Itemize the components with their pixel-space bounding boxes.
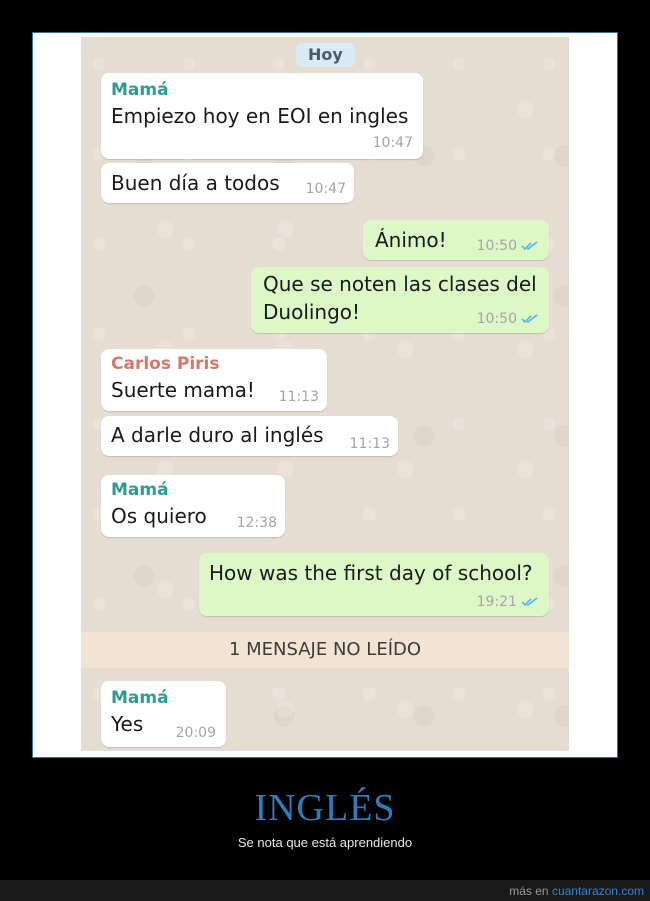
message-time: 10:50 <box>476 311 517 327</box>
meme-title: INGLÉS <box>254 787 396 829</box>
message-time: 12:38 <box>236 515 277 531</box>
message-time: 10:50 <box>476 238 517 254</box>
sender-name: Mamá <box>111 480 169 500</box>
unread-messages-divider: 1 MENSAJE NO LEÍDO <box>81 632 569 668</box>
message-time: 20:09 <box>175 725 216 741</box>
message-time: 11:13 <box>278 389 319 405</box>
message-bubble-incoming[interactable]: Mamá Empiezo hoy en EOI en ingles 10:47 <box>101 73 423 159</box>
footer-credit: más en cuantarazon.com <box>509 884 644 898</box>
footer-prefix: más en <box>509 884 552 898</box>
double-check-icon <box>521 597 538 607</box>
message-text: How was the first day of school? <box>209 561 533 585</box>
message-text: Buen día a todos <box>111 171 280 195</box>
message-bubble-incoming[interactable]: Mamá Os quiero 12:38 <box>101 475 285 537</box>
site-footer: más en cuantarazon.com <box>0 880 650 901</box>
message-text: Suerte mama! <box>111 378 255 402</box>
meme-frame: Hoy Mamá Empiezo hoy en EOI en ingles 10… <box>32 32 618 758</box>
message-time: 19:21 <box>476 594 517 610</box>
message-text-line2: Duolingo! <box>263 300 361 324</box>
message-text: Que se noten las clases del <box>263 272 537 296</box>
message-bubble-outgoing[interactable]: Que se noten las clases del Duolingo! 10… <box>251 267 549 333</box>
double-check-icon <box>521 241 538 251</box>
message-bubble-outgoing[interactable]: Ánimo! 10:50 <box>363 220 549 260</box>
message-bubble-incoming[interactable]: Mamá Yes 20:09 <box>101 681 226 747</box>
message-bubble-incoming[interactable]: Carlos Piris Suerte mama! 11:13 <box>101 349 327 411</box>
double-check-icon <box>521 314 538 324</box>
message-bubble-incoming[interactable]: Buen día a todos 10:47 <box>101 163 354 203</box>
message-time: 10:47 <box>305 181 346 197</box>
message-time: 11:13 <box>349 436 390 452</box>
message-bubble-incoming[interactable]: A darle duro al inglés 11:13 <box>101 416 398 456</box>
sender-name: Mamá <box>111 688 169 708</box>
meme-subtitle: Se nota que está aprendiendo <box>237 835 413 850</box>
sender-name: Mamá <box>111 80 169 100</box>
date-divider: Hoy <box>296 43 355 67</box>
message-text: A darle duro al inglés <box>111 423 324 447</box>
message-text: Os quiero <box>111 504 207 528</box>
sender-name: Carlos Piris <box>111 354 220 374</box>
footer-site-link[interactable]: cuantarazon.com <box>552 884 644 898</box>
chat-screenshot: Hoy Mamá Empiezo hoy en EOI en ingles 10… <box>81 37 569 751</box>
message-text: Empiezo hoy en EOI en ingles <box>111 104 409 128</box>
message-time: 10:47 <box>372 135 413 151</box>
message-text: Yes <box>111 712 144 736</box>
message-bubble-outgoing[interactable]: How was the first day of school? 19:21 <box>199 553 549 616</box>
message-text: Ánimo! <box>375 228 447 252</box>
